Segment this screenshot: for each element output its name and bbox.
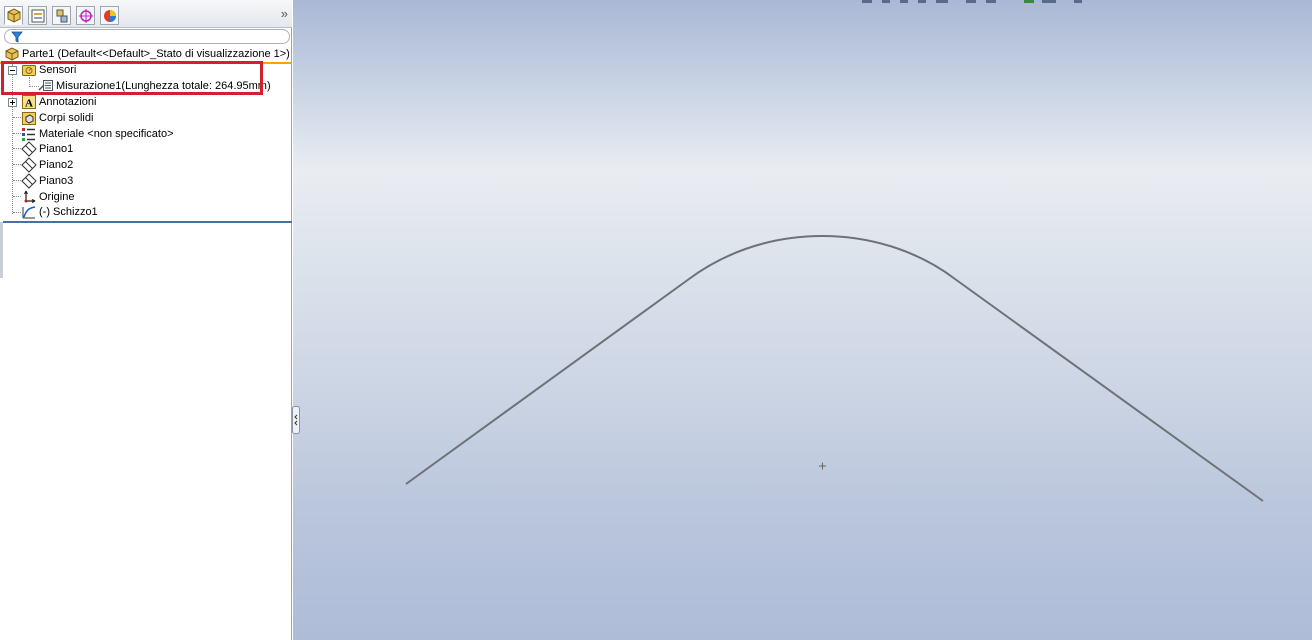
configuration-manager-icon <box>56 9 68 23</box>
plane-icon <box>21 157 37 173</box>
material-icon <box>22 128 35 141</box>
tree-item-schizzo1[interactable]: (-) Schizzo1 <box>0 204 292 220</box>
solid-bodies-icon <box>22 112 36 125</box>
origin-icon <box>24 190 36 203</box>
tree-item-label: Corpi solidi <box>39 112 94 124</box>
annotation-icon: A <box>22 95 36 110</box>
display-manager-icon <box>104 10 116 22</box>
tab-feature-manager[interactable] <box>4 6 23 25</box>
plane-icon <box>21 141 37 157</box>
tree-item-label: Annotazioni <box>39 96 97 108</box>
tree-item-label: Origine <box>39 191 75 203</box>
svg-text:A: A <box>25 98 33 110</box>
tab-configuration-manager[interactable] <box>52 6 71 25</box>
tree-item-label: Piano2 <box>39 159 74 171</box>
collapse-panel-button[interactable]: » <box>281 7 288 21</box>
highlight-box <box>1 61 263 95</box>
sketch-curve[interactable] <box>405 234 1264 502</box>
dimxpert-manager-icon <box>79 9 93 23</box>
tree-item-annotazioni[interactable]: A Annotazioni <box>0 94 292 110</box>
panel-splitter-handle[interactable] <box>292 406 300 434</box>
filter-icon[interactable] <box>11 31 23 43</box>
sketch-canvas[interactable] <box>293 0 1312 640</box>
feature-manager-icon <box>7 8 21 23</box>
tab-property-manager[interactable] <box>28 6 47 25</box>
tree-item-piano2[interactable]: Piano2 <box>0 157 292 173</box>
tree-item-corpi-solidi[interactable]: Corpi solidi <box>0 110 292 126</box>
tree-root-label: Parte1 (Default<<Default>_Stato di visua… <box>22 48 290 60</box>
tab-dimxpert-manager[interactable] <box>76 6 95 25</box>
tree-item-label: Materiale <non specificato> <box>39 128 174 140</box>
plane-icon <box>21 173 37 189</box>
expand-toggle-icon[interactable] <box>8 98 17 107</box>
tree-item-origine[interactable]: Origine <box>0 189 292 205</box>
tree-item-piano1[interactable]: Piano1 <box>0 141 292 157</box>
property-manager-icon <box>31 9 45 23</box>
sketch-icon <box>22 206 36 219</box>
tab-display-manager[interactable] <box>100 6 119 25</box>
tree-item-piano3[interactable]: Piano3 <box>0 173 292 189</box>
tree-item-materiale[interactable]: Materiale <non specificato> <box>0 126 292 142</box>
panel-edge <box>0 222 3 278</box>
tree-item-label: Piano3 <box>39 175 74 187</box>
tree-bottom-divider <box>3 221 292 223</box>
panel-tab-bar: » <box>0 0 292 28</box>
origin-marker <box>819 462 826 470</box>
filter-field[interactable] <box>4 29 290 44</box>
tree-item-label: Piano1 <box>39 143 74 155</box>
feature-manager-panel: » Parte1 (Default<<Default>_Stato di vis… <box>0 0 292 640</box>
part-icon <box>5 47 19 61</box>
tree-item-label: (-) Schizzo1 <box>39 206 98 218</box>
